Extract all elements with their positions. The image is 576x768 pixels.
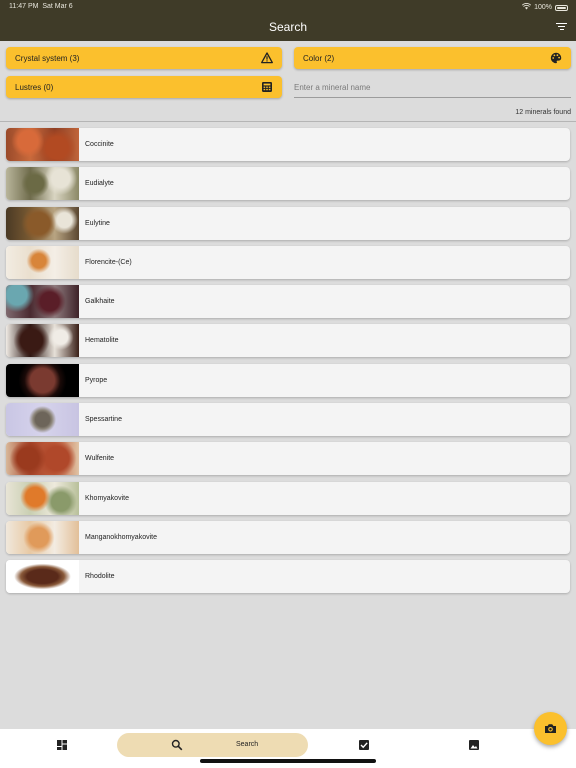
mineral-list-item[interactable]: Pyrope [6,363,570,397]
color-filter-button[interactable]: Color (2) [294,47,571,69]
mineral-thumbnail [6,245,79,279]
mineral-name: Spessartine [85,416,122,424]
mineral-name: Hematolite [85,337,119,345]
lustres-filter-label: Lustres (0) [15,82,54,92]
mineral-thumbnail [6,520,79,554]
mineral-name: Eulytine [85,219,110,227]
mineral-name: Eudialyte [85,180,114,188]
search-icon [171,739,183,751]
mineral-name: Galkhaite [85,298,115,306]
mineral-name: Pyrope [85,376,108,384]
status-time: 11:47 PM [9,3,39,10]
mineral-thumbnail [6,481,79,515]
mineral-name: Manganokhomyakovite [85,533,157,541]
search-tab-label: Search [236,741,259,748]
checklist-icon[interactable] [358,739,370,751]
mineral-list-item[interactable]: Coccinite [6,128,570,161]
results-count: 12 minerals found [515,109,571,116]
mineral-list-item[interactable]: Eulytine [6,206,570,240]
mineral-name-input[interactable]: Enter a mineral name [294,78,571,98]
battery-icon [555,4,568,11]
status-bar: 11:47 PM Sat Mar 6 100% [0,0,576,14]
page-title: Search [268,20,308,34]
mineral-list-item[interactable]: Galkhaite [6,285,570,319]
calculator-icon [262,82,272,92]
status-date: Sat Mar 6 [42,3,73,10]
mineral-name-placeholder: Enter a mineral name [294,83,371,92]
lustres-filter-button[interactable]: Lustres (0) [6,76,282,98]
divider [0,121,576,122]
crystal-system-filter-button[interactable]: Crystal system (3) [6,47,282,69]
home-indicator [200,759,376,763]
mineral-list-item[interactable]: Manganokhomyakovite [6,520,570,554]
mineral-name: Rhodolite [85,573,115,581]
wifi-icon [522,3,532,12]
app-bar: 11:47 PM Sat Mar 6 100% Search [0,0,576,41]
warning-triangle-icon [261,52,273,64]
mineral-list-item[interactable]: Florencite-(Ce) [6,245,570,279]
mineral-thumbnail [6,285,79,319]
mineral-thumbnail [6,560,79,594]
mineral-name: Coccinite [85,141,114,148]
crystal-system-filter-label: Crystal system (3) [15,53,80,63]
mineral-name: Florencite-(Ce) [85,258,132,266]
filter-list-icon[interactable] [556,23,567,31]
dashboard-icon[interactable] [56,739,68,751]
mineral-thumbnail [6,167,79,201]
mineral-name: Khomyakovite [85,494,129,502]
mineral-list-item[interactable]: Wulfenite [6,442,570,476]
mineral-thumbnail [6,128,79,161]
mineral-list-item[interactable]: Rhodolite [6,560,570,594]
mineral-thumbnail [6,403,79,437]
mineral-thumbnail [6,206,79,240]
mineral-list-item[interactable]: Spessartine [6,403,570,437]
mineral-thumbnail [6,442,79,476]
mineral-list-item[interactable]: Eudialyte [6,167,570,201]
battery-percent: 100% [534,4,552,11]
color-filter-label: Color (2) [303,53,335,63]
mineral-list-item[interactable]: Hematolite [6,324,570,358]
mineral-thumbnail [6,324,79,358]
mineral-list-item[interactable]: Khomyakovite [6,481,570,515]
camera-button[interactable] [534,712,567,745]
palette-icon [550,52,562,64]
image-icon[interactable] [468,739,480,751]
search-tab[interactable]: Search [117,733,308,757]
mineral-list: Coccinite Eudialyte Eulytine Florencite-… [6,128,570,600]
camera-icon [545,724,556,733]
mineral-name: Wulfenite [85,455,115,463]
mineral-thumbnail [6,363,79,397]
